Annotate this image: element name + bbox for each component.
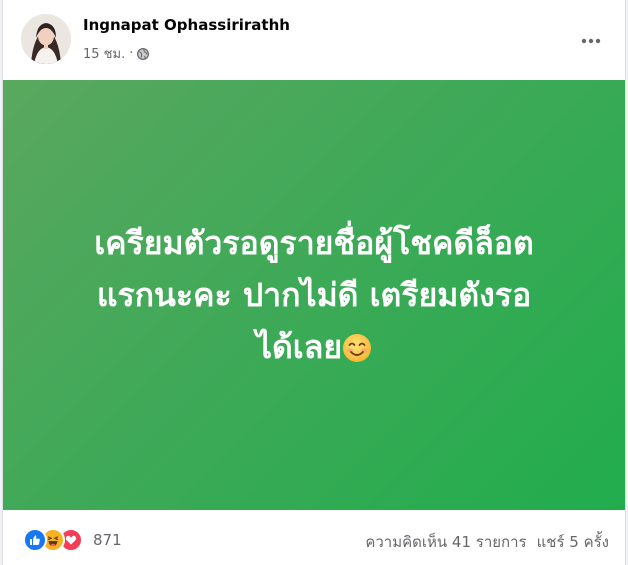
meta-separator: · bbox=[129, 46, 134, 61]
like-icon[interactable] bbox=[23, 528, 47, 552]
shares-count[interactable]: แชร์ 5 ครั้ง bbox=[537, 530, 609, 554]
post-text: เครียมตัวรอดูรายชื่อผู้โชคดีล็อต แรกนะคะ… bbox=[34, 217, 594, 373]
post-text-line-2: แรกนะคะ ปากไม่ดี เตรียมตังรอ bbox=[96, 276, 532, 314]
post-background: เครียมตัวรอดูรายชื่อผู้โชคดีล็อต แรกนะคะ… bbox=[3, 80, 625, 510]
reaction-summary[interactable]: 871 bbox=[23, 528, 122, 552]
reaction-count[interactable]: 871 bbox=[93, 531, 122, 549]
post-stats: ความคิดเห็น 41 รายการ แชร์ 5 ครั้ง bbox=[365, 530, 609, 554]
post-time[interactable]: 15 ชม. bbox=[83, 43, 125, 64]
author-name[interactable]: Ingnapat Ophassirirathh bbox=[83, 16, 290, 34]
more-horizontal-icon bbox=[581, 29, 601, 48]
post-meta: 15 ชม. · bbox=[83, 43, 150, 64]
post-text-line-3: ได้เลย bbox=[34, 321, 594, 373]
post-footer: 871 ความคิดเห็น 41 รายการ แชร์ 5 ครั้ง bbox=[3, 510, 625, 565]
post-text-line-3-text: ได้เลย bbox=[255, 328, 343, 366]
smiling-face-icon bbox=[342, 326, 372, 362]
post-card: Ingnapat Ophassirirathh 15 ชม. · เครียมต… bbox=[2, 0, 626, 565]
comments-count[interactable]: ความคิดเห็น 41 รายการ bbox=[365, 530, 526, 554]
post-header: Ingnapat Ophassirirathh 15 ชม. · bbox=[3, 0, 625, 80]
author-avatar[interactable] bbox=[21, 14, 71, 64]
more-options-button[interactable] bbox=[573, 24, 609, 52]
globe-icon[interactable] bbox=[137, 47, 150, 60]
post-text-line-1: เครียมตัวรอดูรายชื่อผู้โชคดีล็อต bbox=[94, 224, 534, 262]
